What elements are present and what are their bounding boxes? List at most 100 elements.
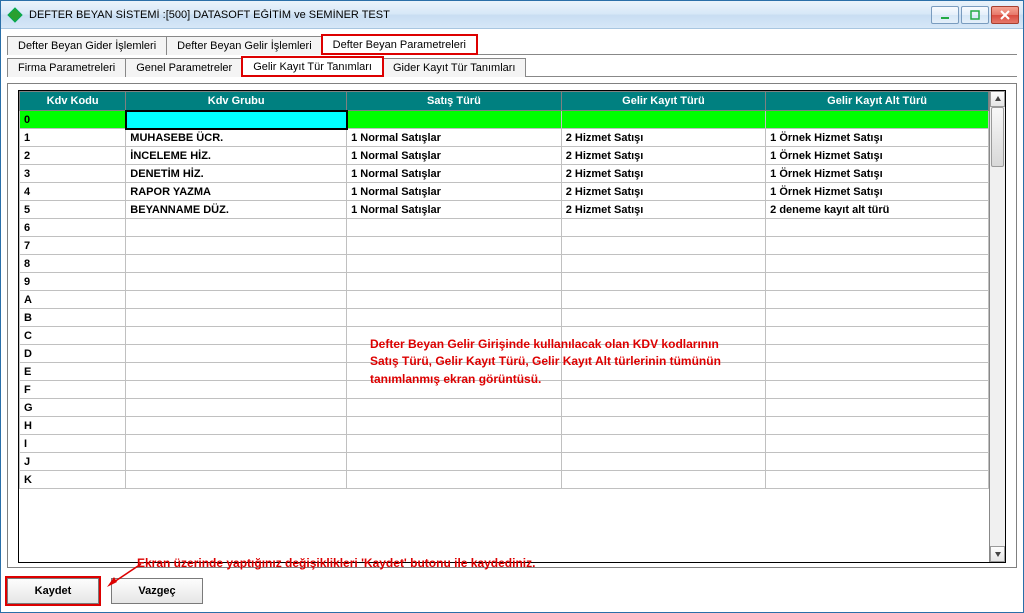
cell[interactable] xyxy=(347,417,562,435)
cell[interactable] xyxy=(766,417,989,435)
table-row[interactable]: 5BEYANNAME DÜZ.1 Normal Satışlar2 Hizmet… xyxy=(20,201,989,219)
cell[interactable]: 1 Normal Satışlar xyxy=(347,201,562,219)
table-row[interactable]: J xyxy=(20,453,989,471)
cell[interactable] xyxy=(126,327,347,345)
cell[interactable] xyxy=(561,255,765,273)
cell[interactable] xyxy=(347,237,562,255)
close-button[interactable] xyxy=(991,6,1019,24)
cell[interactable]: 9 xyxy=(20,273,126,291)
cell[interactable] xyxy=(561,237,765,255)
cell[interactable]: G xyxy=(20,399,126,417)
cell[interactable] xyxy=(766,399,989,417)
table-row[interactable]: E xyxy=(20,363,989,381)
column-header[interactable]: Gelir Kayıt Türü xyxy=(561,92,765,111)
table-row[interactable]: 4RAPOR YAZMA1 Normal Satışlar2 Hizmet Sa… xyxy=(20,183,989,201)
cell[interactable]: 1 Örnek Hizmet Satışı xyxy=(766,183,989,201)
cell[interactable]: 8 xyxy=(20,255,126,273)
cell[interactable] xyxy=(766,381,989,399)
cell[interactable]: 2 Hizmet Satışı xyxy=(561,183,765,201)
cell[interactable] xyxy=(561,453,765,471)
cell[interactable] xyxy=(347,363,562,381)
cell[interactable]: 1 Normal Satışlar xyxy=(347,183,562,201)
cell[interactable]: K xyxy=(20,471,126,489)
tab-top-0[interactable]: Defter Beyan Gider İşlemleri xyxy=(7,36,167,55)
cell[interactable] xyxy=(126,273,347,291)
table-row[interactable]: H xyxy=(20,417,989,435)
cell[interactable]: 7 xyxy=(20,237,126,255)
column-header[interactable]: Satış Türü xyxy=(347,92,562,111)
cell[interactable] xyxy=(766,237,989,255)
tab-top-1[interactable]: Defter Beyan Gelir İşlemleri xyxy=(166,36,323,55)
cell[interactable] xyxy=(561,345,765,363)
cell[interactable] xyxy=(561,219,765,237)
cell[interactable] xyxy=(766,471,989,489)
cell[interactable] xyxy=(561,417,765,435)
cell[interactable] xyxy=(561,363,765,381)
cell[interactable]: 1 Normal Satışlar xyxy=(347,147,562,165)
cell[interactable]: İNCELEME HİZ. xyxy=(126,147,347,165)
cell[interactable]: 4 xyxy=(20,183,126,201)
cell[interactable] xyxy=(347,273,562,291)
cell[interactable]: 1 Örnek Hizmet Satışı xyxy=(766,165,989,183)
cell[interactable] xyxy=(561,327,765,345)
cell[interactable]: H xyxy=(20,417,126,435)
cell[interactable] xyxy=(347,471,562,489)
tab-sub-3[interactable]: Gider Kayıt Tür Tanımları xyxy=(382,58,526,77)
table-row[interactable]: 6 xyxy=(20,219,989,237)
cell[interactable]: BEYANNAME DÜZ. xyxy=(126,201,347,219)
cell[interactable] xyxy=(126,381,347,399)
table-row[interactable]: 2İNCELEME HİZ.1 Normal Satışlar2 Hizmet … xyxy=(20,147,989,165)
cell[interactable] xyxy=(347,219,562,237)
column-header[interactable]: Kdv Kodu xyxy=(20,92,126,111)
table-row[interactable]: A xyxy=(20,291,989,309)
cell[interactable]: E xyxy=(20,363,126,381)
table-row[interactable]: 9 xyxy=(20,273,989,291)
save-button[interactable]: Kaydet xyxy=(7,578,99,604)
cell[interactable] xyxy=(126,237,347,255)
cell[interactable] xyxy=(126,111,347,129)
cell[interactable]: F xyxy=(20,381,126,399)
table-row[interactable]: B xyxy=(20,309,989,327)
cell[interactable] xyxy=(766,273,989,291)
maximize-button[interactable] xyxy=(961,6,989,24)
cell[interactable]: 1 xyxy=(20,129,126,147)
cell[interactable]: 2 Hizmet Satışı xyxy=(561,165,765,183)
scroll-track[interactable] xyxy=(990,107,1005,546)
cell[interactable]: 2 xyxy=(20,147,126,165)
cell[interactable]: 0 xyxy=(20,111,126,129)
cell[interactable] xyxy=(126,435,347,453)
scroll-down-arrow[interactable] xyxy=(990,546,1005,562)
cell[interactable] xyxy=(347,453,562,471)
cell[interactable] xyxy=(561,291,765,309)
cell[interactable]: 2 Hizmet Satışı xyxy=(561,129,765,147)
cell[interactable] xyxy=(347,435,562,453)
cell[interactable] xyxy=(347,255,562,273)
cell[interactable]: 6 xyxy=(20,219,126,237)
cell[interactable]: D xyxy=(20,345,126,363)
scroll-up-arrow[interactable] xyxy=(990,91,1005,107)
cell[interactable] xyxy=(347,111,562,129)
cell[interactable] xyxy=(766,111,989,129)
cell[interactable] xyxy=(561,435,765,453)
table-row[interactable]: 7 xyxy=(20,237,989,255)
cell[interactable] xyxy=(766,309,989,327)
cell[interactable]: 2 Hizmet Satışı xyxy=(561,147,765,165)
cell[interactable]: MUHASEBE ÜCR. xyxy=(126,129,347,147)
cell[interactable]: C xyxy=(20,327,126,345)
cell[interactable] xyxy=(126,219,347,237)
column-header[interactable]: Kdv Grubu xyxy=(126,92,347,111)
cell[interactable] xyxy=(126,453,347,471)
cell[interactable] xyxy=(766,219,989,237)
cell[interactable] xyxy=(126,309,347,327)
cell[interactable] xyxy=(126,255,347,273)
cell[interactable]: 2 deneme kayıt alt türü xyxy=(766,201,989,219)
cell[interactable] xyxy=(561,273,765,291)
cell[interactable] xyxy=(561,309,765,327)
table-row[interactable]: 8 xyxy=(20,255,989,273)
cell[interactable] xyxy=(347,291,562,309)
cell[interactable]: 1 Normal Satışlar xyxy=(347,165,562,183)
cell[interactable]: RAPOR YAZMA xyxy=(126,183,347,201)
tab-sub-0[interactable]: Firma Parametreleri xyxy=(7,58,126,77)
cell[interactable]: 1 Örnek Hizmet Satışı xyxy=(766,129,989,147)
minimize-button[interactable] xyxy=(931,6,959,24)
